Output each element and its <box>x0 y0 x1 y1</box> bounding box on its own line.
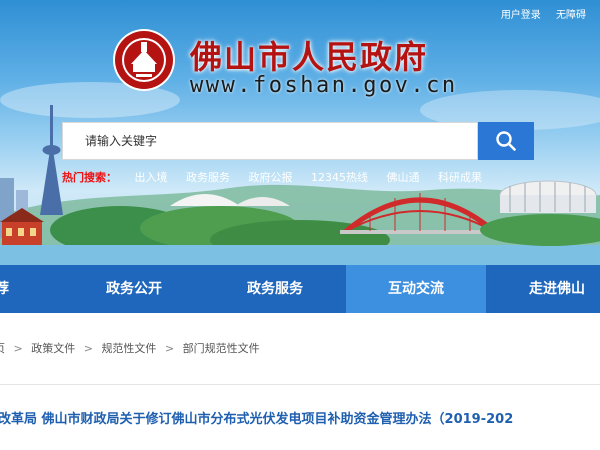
header-banner: 用户登录 无障碍 佛山市人民政府 www.foshan.gov.cn 请输入关键… <box>0 0 600 265</box>
breadcrumb-item[interactable]: 规范性文件 <box>101 342 156 355</box>
nav-item-gov-services[interactable]: 政务服务 <box>205 265 345 313</box>
hot-search-item[interactable]: 科研成果 <box>438 171 482 184</box>
nav-item-recommend[interactable]: 推荐 <box>0 265 30 313</box>
main-nav: 推荐 政务公开 政务服务 互动交流 走进佛山 <box>0 265 600 313</box>
site-url: www.foshan.gov.cn <box>190 73 458 98</box>
city-emblem-icon <box>113 29 175 91</box>
search-button[interactable] <box>478 122 534 160</box>
breadcrumb-item[interactable]: 部门规范性文件 <box>183 342 260 355</box>
top-links: 用户登录 无障碍 <box>489 6 586 21</box>
hot-search-label: 热门搜索： <box>62 171 117 184</box>
content-divider <box>0 384 600 385</box>
hot-search-item[interactable]: 12345热线 <box>311 171 368 184</box>
breadcrumb: 页 > 政策文件 > 规范性文件 > 部门规范性文件 <box>0 340 260 356</box>
breadcrumb-home[interactable]: 页 <box>0 342 5 355</box>
hot-search-item[interactable]: 政府公报 <box>249 171 293 184</box>
nav-item-about-foshan[interactable]: 走进佛山 <box>487 265 600 313</box>
search-icon <box>496 131 516 151</box>
accessibility-link[interactable]: 无障碍 <box>556 10 586 21</box>
breadcrumb-separator: > <box>164 342 175 355</box>
article-title: 改革局 佛山市财政局关于修订佛山市分布式光伏发电项目补助资金管理办法（2019-… <box>0 412 514 427</box>
hot-search-bar: 热门搜索： 出入境 政务服务 政府公报 12345热线 佛山通 科研成果 <box>62 169 497 185</box>
nav-item-gov-affairs-open[interactable]: 政务公开 <box>64 265 204 313</box>
breadcrumb-separator: > <box>83 342 93 355</box>
nav-item-interaction[interactable]: 互动交流 <box>346 265 486 313</box>
hot-search-item[interactable]: 佛山通 <box>387 171 420 184</box>
search-input[interactable]: 请输入关键字 <box>62 122 478 160</box>
hot-search-item[interactable]: 政务服务 <box>186 171 230 184</box>
user-login-link[interactable]: 用户登录 <box>501 10 541 21</box>
breadcrumb-item[interactable]: 政策文件 <box>31 342 75 355</box>
breadcrumb-separator: > <box>13 342 23 355</box>
hot-search-item[interactable]: 出入境 <box>135 171 168 184</box>
site-title: 佛山市人民政府 <box>190 38 429 76</box>
